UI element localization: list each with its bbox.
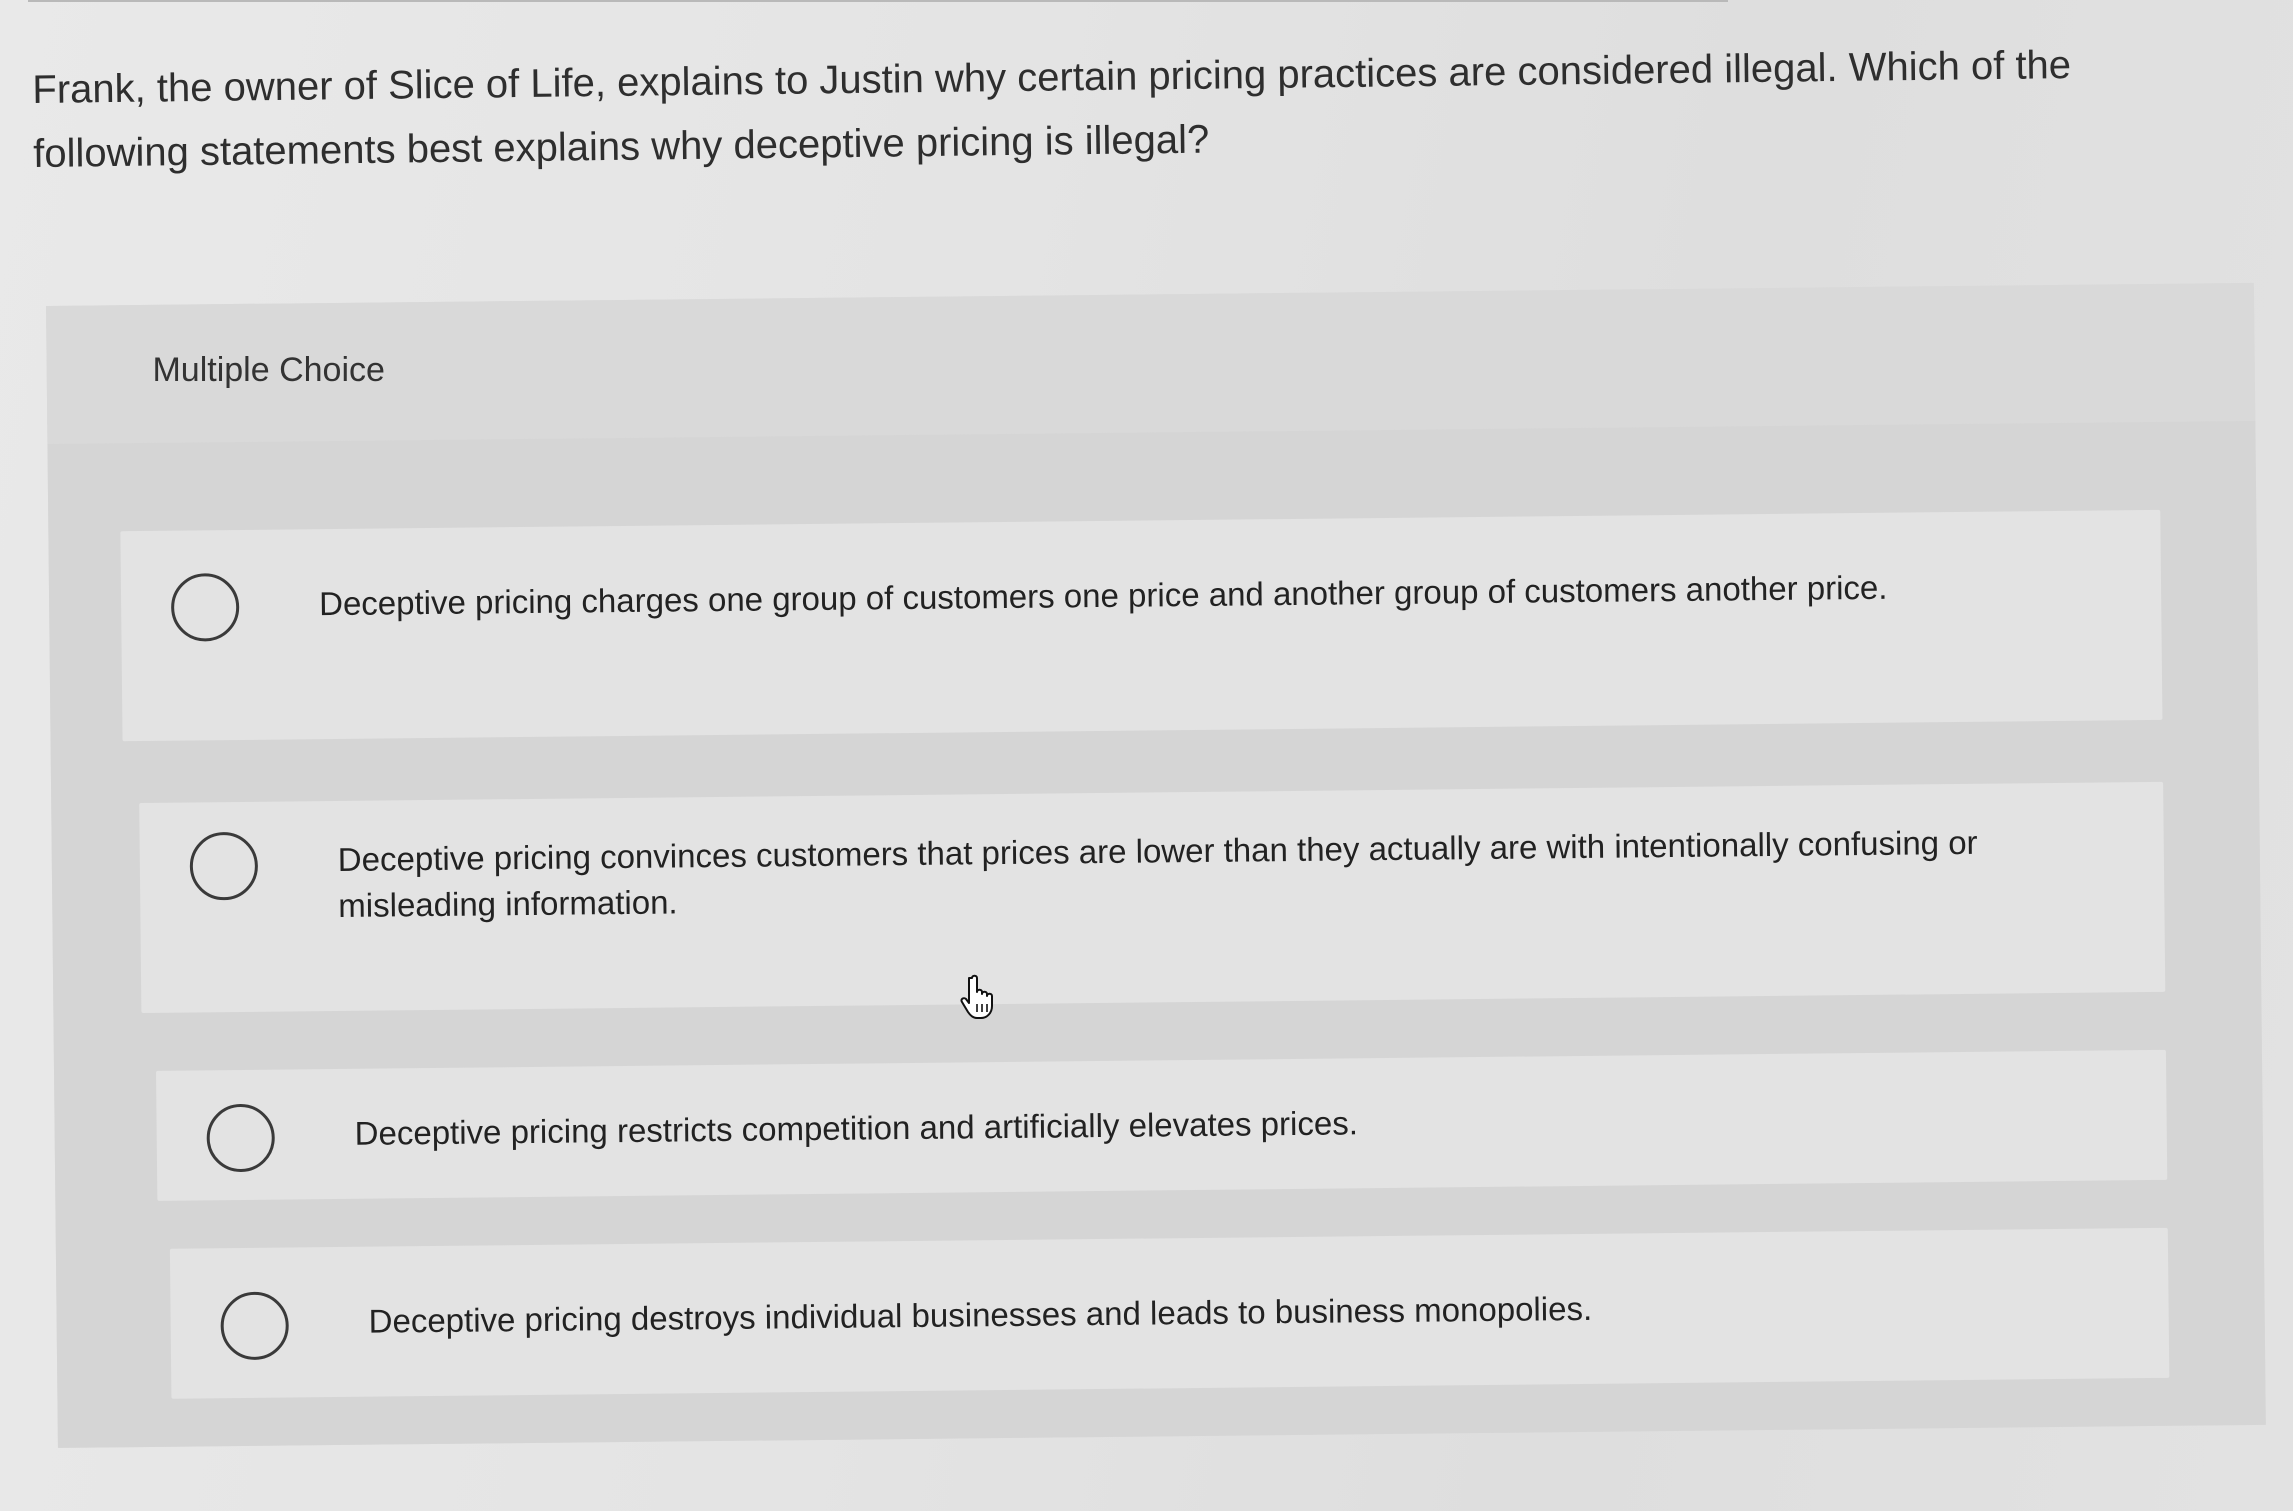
quiz-page: Frank, the owner of Slice of Life, expla…	[0, 0, 2293, 1511]
radio-unchecked-icon[interactable]	[220, 1291, 290, 1361]
radio-unchecked-icon[interactable]	[189, 831, 259, 901]
multiple-choice-panel: Multiple Choice Deceptive pricing charge…	[46, 282, 2266, 1448]
multiple-choice-header: Multiple Choice	[46, 282, 2256, 444]
answer-option-2-text: Deceptive pricing convinces customers th…	[337, 823, 1978, 924]
hand-pointer-icon	[960, 974, 993, 1019]
answer-option-3-text: Deceptive pricing restricts competition …	[354, 1104, 1359, 1152]
radio-unchecked-icon[interactable]	[206, 1103, 276, 1173]
answer-option-3[interactable]: Deceptive pricing restricts competition …	[156, 1049, 2168, 1201]
top-divider	[28, 0, 1728, 2]
multiple-choice-label: Multiple Choice	[152, 350, 385, 389]
answer-option-1[interactable]: Deceptive pricing charges one group of c…	[120, 509, 2163, 742]
answer-option-2[interactable]: Deceptive pricing convinces customers th…	[139, 781, 2166, 1014]
question-text: Frank, the owner of Slice of Life, expla…	[32, 43, 2072, 176]
answer-option-4-text: Deceptive pricing destroys individual bu…	[368, 1289, 1593, 1340]
radio-unchecked-icon[interactable]	[170, 572, 240, 642]
answer-option-4[interactable]: Deceptive pricing destroys individual bu…	[169, 1227, 2170, 1399]
answer-option-1-text: Deceptive pricing charges one group of c…	[318, 568, 1888, 623]
